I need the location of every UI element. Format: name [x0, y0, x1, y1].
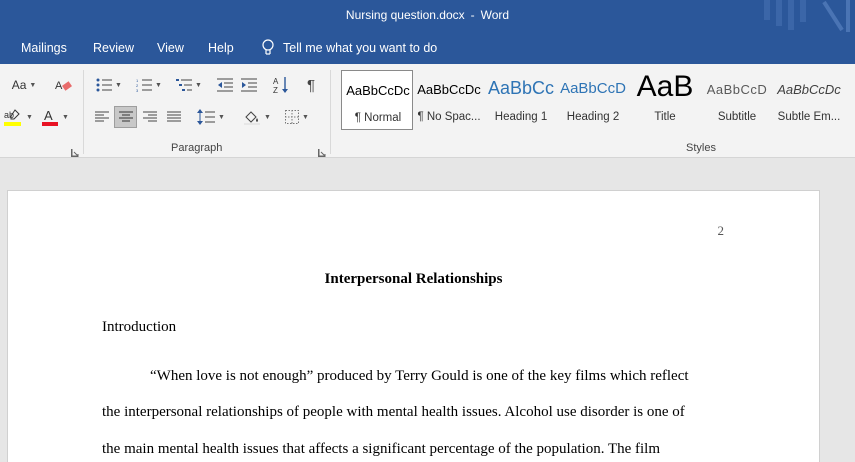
tell-me-search[interactable]: Tell me what you want to do: [262, 39, 437, 57]
show-formatting-marks-button[interactable]: ¶: [300, 74, 322, 96]
align-right-icon: [143, 111, 157, 122]
document-page[interactable]: 2 Interpersonal Relationships Introducti…: [7, 190, 820, 462]
pilcrow-icon: ¶: [306, 76, 316, 94]
justify-icon: [167, 111, 181, 122]
style-normal[interactable]: AaBbCcDc ¶ Normal: [341, 70, 413, 130]
highlighter-icon: ab: [4, 109, 22, 126]
paragraph-dialog-launcher[interactable]: [317, 144, 326, 158]
titlebar-decoration: [788, 0, 794, 30]
numbering-button[interactable]: 123 ▼: [131, 74, 167, 96]
tab-help[interactable]: Help: [208, 41, 234, 55]
bullets-button[interactable]: ▼: [91, 74, 127, 96]
clear-formatting-button[interactable]: A: [52, 74, 76, 96]
paint-bucket-icon: [244, 111, 261, 125]
svg-text:A: A: [273, 77, 279, 86]
style-heading-1[interactable]: AaBbCc Heading 1: [485, 70, 557, 130]
titlebar-decoration-lines: [822, 0, 850, 32]
ribbon-tabs: Mailings Review View Help Tell me what y…: [0, 34, 855, 64]
borders-icon: [285, 110, 300, 124]
numbered-list-icon: 123: [136, 78, 153, 92]
group-separator: [83, 70, 84, 154]
sort-az-icon: A Z: [273, 77, 288, 94]
align-left-button[interactable]: [91, 106, 113, 128]
sort-button[interactable]: A Z: [270, 74, 292, 96]
align-center-icon: [118, 111, 133, 122]
titlebar-decoration: [764, 0, 770, 20]
bullet-list-icon: [96, 78, 113, 92]
decrease-indent-button[interactable]: [214, 74, 236, 96]
group-separator: [330, 70, 331, 154]
text-highlight-button[interactable]: ab ▼: [0, 106, 36, 128]
styles-group-label: Styles: [686, 142, 716, 154]
align-left-icon: [95, 111, 109, 122]
styles-gallery: AaBbCcDc ¶ Normal AaBbCcDc ¶ No Spac... …: [339, 69, 855, 131]
increase-indent-icon: [241, 78, 257, 92]
multilevel-list-icon: [176, 79, 193, 91]
paragraph-line[interactable]: “When love is not enough” produced by Te…: [150, 368, 689, 385]
style-heading-2[interactable]: AaBbCcD Heading 2: [557, 70, 629, 130]
change-case-button[interactable]: Aa ▼: [6, 74, 42, 96]
line-spacing-icon: [197, 109, 216, 125]
borders-button[interactable]: ▼: [280, 106, 314, 128]
multilevel-list-button[interactable]: ▼: [171, 74, 207, 96]
align-center-button[interactable]: [114, 106, 137, 128]
svg-text:3: 3: [136, 88, 139, 92]
line-spacing-button[interactable]: ▼: [194, 106, 228, 128]
window-title: Nursing question.docx - Word: [345, 8, 510, 22]
page-number: 2: [717, 223, 725, 238]
align-right-button[interactable]: [139, 106, 161, 128]
lightbulb-icon: [262, 39, 274, 55]
document-title[interactable]: Interpersonal Relationships: [8, 271, 819, 288]
decrease-indent-icon: [217, 78, 233, 92]
ribbon-home: Aa ▼ A ab ▼ A ▼ ▼ 123 ▼ ▼ A Z ¶ ▼ ▼ ▼ Pa…: [0, 64, 855, 158]
paragraph-line[interactable]: the main mental health issues that affec…: [102, 441, 660, 458]
shading-button[interactable]: ▼: [240, 106, 274, 128]
style-title[interactable]: AaB Title: [629, 70, 701, 130]
paragraph-group-label: Paragraph: [171, 142, 223, 154]
titlebar-decoration: [800, 0, 806, 22]
style-no-spacing[interactable]: AaBbCcDc ¶ No Spac...: [413, 70, 485, 130]
app-name: Word: [480, 8, 510, 22]
dialog-launcher-icon: [317, 148, 326, 158]
dialog-launcher-icon: [70, 148, 79, 158]
font-color-icon: A: [42, 108, 59, 126]
svg-text:A: A: [44, 108, 53, 123]
tell-me-label: Tell me what you want to do: [283, 41, 438, 55]
font-dialog-launcher[interactable]: [70, 144, 79, 158]
increase-indent-button[interactable]: [238, 74, 260, 96]
tab-review[interactable]: Review: [93, 41, 134, 55]
title-bar: Nursing question.docx - Word: [0, 0, 855, 34]
svg-text:A: A: [55, 80, 63, 92]
tab-mailings[interactable]: Mailings: [21, 41, 67, 55]
clear-formatting-icon: A: [55, 80, 72, 92]
style-subtitle[interactable]: AaBbCcD Subtitle: [701, 70, 773, 130]
style-subtle-emphasis[interactable]: AaBbCcDc Subtle Em...: [773, 70, 845, 130]
document-name: Nursing question.docx: [345, 8, 465, 22]
svg-text:Z: Z: [273, 86, 278, 94]
justify-button[interactable]: [163, 106, 185, 128]
titlebar-decoration: [776, 0, 782, 26]
paragraph-line[interactable]: the interpersonal relationships of peopl…: [102, 404, 685, 421]
tab-view[interactable]: View: [157, 41, 184, 55]
section-heading[interactable]: Introduction: [102, 319, 176, 336]
font-color-button[interactable]: A ▼: [38, 106, 72, 128]
